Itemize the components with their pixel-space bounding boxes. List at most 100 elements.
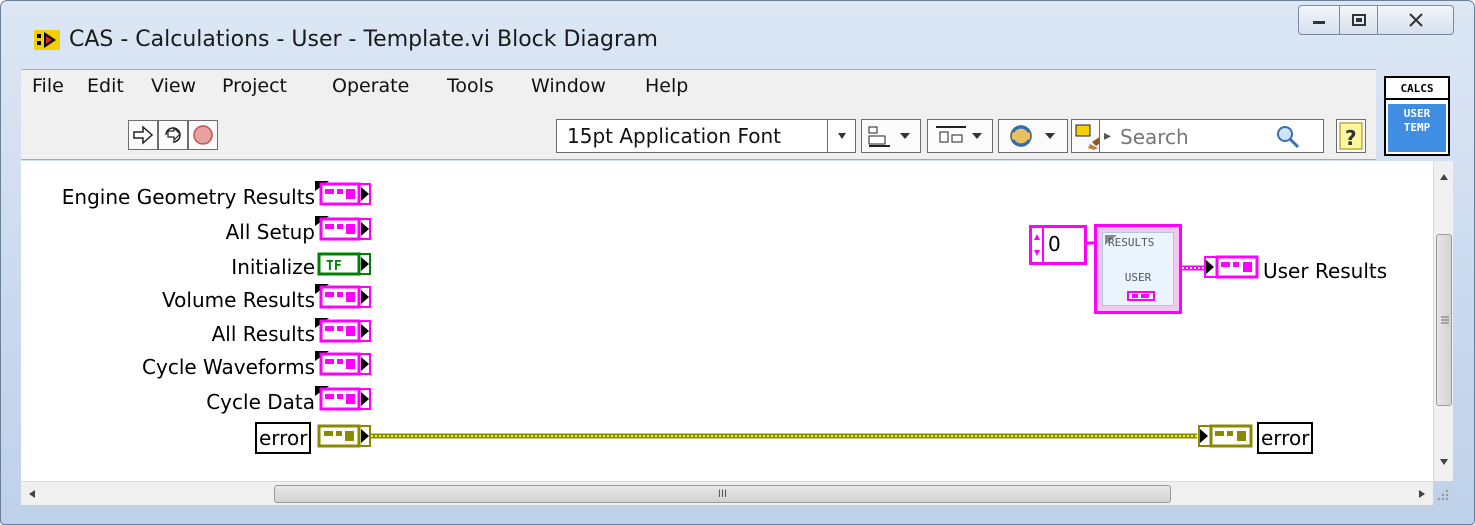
- vi-icon-bottom: USER TEMP: [1388, 104, 1446, 152]
- font-select-arrow[interactable]: [827, 120, 855, 152]
- cluster-icon: [315, 386, 371, 411]
- resize-grip-icon[interactable]: [1433, 485, 1451, 503]
- error-in-terminal[interactable]: [315, 423, 373, 449]
- error-cluster-indicator-icon: [1198, 424, 1253, 448]
- cluster-terminal-cycle-data[interactable]: [315, 386, 373, 412]
- terminal-label: All Results: [211, 322, 315, 346]
- menu-help[interactable]: Help: [645, 75, 688, 97]
- window-controls: [1298, 5, 1454, 35]
- vertical-scroll-thumb[interactable]: [1436, 234, 1452, 406]
- error-out-label: error: [1257, 422, 1314, 454]
- terminal-label: Volume Results: [162, 288, 315, 312]
- cluster-terminal-engine-geometry-results[interactable]: [315, 181, 373, 207]
- cluster-terminal-all-setup[interactable]: [315, 216, 373, 242]
- distribute-objects-icon: [936, 126, 982, 143]
- abort-button[interactable]: [188, 120, 218, 150]
- subvi-line1: RESULTS: [1108, 236, 1155, 249]
- search-input[interactable]: ▸ Search: [1099, 119, 1324, 153]
- help-icon: ?: [1339, 122, 1363, 150]
- cluster-terminal-volume-results[interactable]: [315, 284, 373, 310]
- menu-window[interactable]: Window: [531, 75, 606, 97]
- spin-arrows-icon: [1034, 234, 1040, 256]
- menu-file[interactable]: File: [32, 75, 64, 97]
- title-bar[interactable]: CAS - Calculations - User - Template.vi …: [1, 1, 1474, 63]
- search-icon[interactable]: [1275, 124, 1301, 150]
- close-button[interactable]: [1378, 5, 1454, 35]
- menu-bar: File Edit View Project Operate Tools Win…: [21, 69, 1376, 103]
- grip-icon: [1441, 316, 1449, 324]
- run-button[interactable]: [128, 120, 158, 150]
- vi-icon-line1: USER: [1403, 107, 1431, 120]
- vi-icon[interactable]: CALCS USER TEMP: [1384, 76, 1450, 156]
- scroll-up-icon[interactable]: [1439, 173, 1449, 181]
- window-title: CAS - Calculations - User - Template.vi …: [69, 27, 658, 52]
- terminal-label: Cycle Data: [206, 390, 315, 414]
- error-cluster-icon: [317, 424, 371, 448]
- grip-label: III: [717, 488, 728, 500]
- align-objects-icon: [868, 126, 910, 147]
- block-diagram-window: CAS - Calculations - User - Template.vi …: [0, 0, 1475, 525]
- horizontal-scroll-thumb[interactable]: III: [274, 485, 1171, 503]
- menu-operate[interactable]: Operate: [332, 75, 409, 97]
- run-continuously-button[interactable]: [158, 120, 188, 150]
- vi-icon-top-text: CALCS: [1386, 78, 1448, 100]
- restore-icon: [1351, 14, 1366, 26]
- cluster-terminal-all-results[interactable]: [315, 318, 373, 344]
- user-results-label: User Results: [1263, 259, 1388, 283]
- subvi-icon-body: RESULTS USER: [1102, 232, 1174, 306]
- maximize-button[interactable]: [1340, 5, 1378, 35]
- run-continuously-icon: [165, 126, 181, 143]
- boolean-icon: TF: [317, 252, 371, 276]
- user-results-indicator[interactable]: [1203, 254, 1261, 280]
- numeric-increment-icon[interactable]: [1032, 228, 1044, 262]
- terminal-label: Cycle Waveforms: [142, 355, 315, 379]
- vi-icon-line2: TEMP: [1403, 121, 1431, 134]
- numeric-constant-value: 0: [1048, 232, 1061, 256]
- cluster-icon: [315, 351, 371, 376]
- run-arrow-icon: [133, 125, 154, 145]
- close-icon: [1408, 13, 1423, 27]
- error-in-label: error: [255, 422, 312, 454]
- boolean-terminal-initialize[interactable]: TF: [315, 251, 373, 277]
- context-help-button[interactable]: ?: [1336, 119, 1366, 153]
- reorder-icon: [1010, 125, 1055, 147]
- distribute-objects-button[interactable]: [927, 119, 993, 153]
- search-placeholder: Search: [1120, 125, 1189, 149]
- error-wire[interactable]: [371, 431, 1197, 441]
- minimize-icon: [1313, 21, 1325, 24]
- vertical-scrollbar[interactable]: [1433, 161, 1453, 481]
- cluster-icon: [315, 318, 371, 343]
- align-objects-button[interactable]: [861, 119, 921, 153]
- cluster-terminal-cycle-waveforms[interactable]: [315, 351, 373, 377]
- svg-text:?: ?: [1345, 126, 1357, 150]
- minimize-button[interactable]: [1298, 5, 1340, 35]
- terminal-label: Initialize: [231, 255, 315, 279]
- block-diagram-canvas[interactable]: Engine Geometry Results All Setup Initia…: [21, 161, 1453, 481]
- subvi-line2: USER: [1124, 271, 1152, 284]
- menu-edit[interactable]: Edit: [87, 75, 124, 97]
- labview-app-icon: [34, 30, 60, 50]
- font-select[interactable]: 15pt Application Font: [556, 119, 856, 153]
- terminal-label: Engine Geometry Results: [61, 185, 315, 209]
- scroll-right-icon[interactable]: [1418, 489, 1426, 499]
- toolbar: 15pt Application Font ▸ Search ?: [21, 103, 1376, 160]
- reorder-button[interactable]: [998, 119, 1068, 153]
- cluster-icon: [315, 181, 371, 206]
- scroll-left-icon[interactable]: [28, 489, 36, 499]
- menu-view[interactable]: View: [151, 75, 196, 97]
- subvi-cluster-glyph-icon: [1127, 291, 1155, 301]
- horizontal-scrollbar[interactable]: III: [21, 481, 1433, 505]
- chevron-down-icon: [837, 133, 846, 139]
- terminal-label: All Setup: [225, 220, 315, 244]
- cluster-icon: [315, 284, 371, 309]
- error-out-indicator[interactable]: [1197, 423, 1255, 449]
- cluster-indicator-icon: [1204, 255, 1259, 279]
- search-prefix-icon: ▸: [1104, 127, 1112, 143]
- menu-tools[interactable]: Tools: [447, 75, 494, 97]
- font-select-value: 15pt Application Font: [567, 124, 781, 148]
- menu-project[interactable]: Project: [222, 75, 287, 97]
- results-user-subvi[interactable]: RESULTS USER: [1094, 224, 1182, 314]
- svg-text:TF: TF: [326, 259, 342, 274]
- numeric-constant[interactable]: 0: [1029, 225, 1087, 265]
- scroll-down-icon[interactable]: [1439, 458, 1449, 466]
